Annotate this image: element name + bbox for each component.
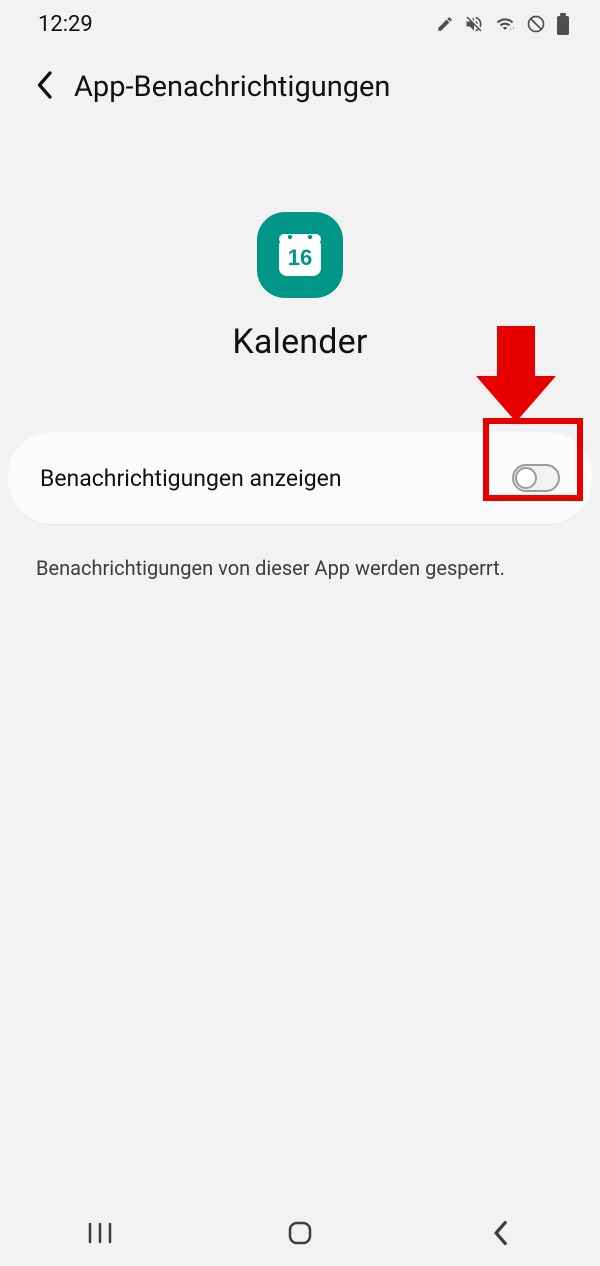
app-info: 16 Kalender [0,212,600,362]
calendar-app-icon: 16 [257,212,343,298]
calendar-day-number: 16 [288,245,312,270]
toggle-knob [515,467,537,489]
nav-back-button[interactable] [440,1220,560,1246]
wifi-icon: ↓↑ [494,15,516,33]
blocked-icon [526,14,546,34]
battery-icon [556,13,570,35]
recents-button[interactable] [40,1221,160,1245]
page-header: App-Benachrichtigungen [0,48,600,114]
status-icons: ↓↑ [436,13,570,35]
status-bar: 12:29 ↓↑ [0,0,600,48]
page-title: App-Benachrichtigungen [74,70,390,104]
show-notifications-row[interactable]: Benachrichtigungen anzeigen [8,432,592,524]
show-notifications-label: Benachrichtigungen anzeigen [40,465,342,492]
edit-icon [436,15,454,33]
app-name: Kalender [232,322,367,362]
back-button[interactable] [34,70,54,104]
notifications-blocked-text: Benachrichtigungen von dieser App werden… [36,556,564,580]
status-time: 12:29 [38,12,93,37]
svg-text:↓↑: ↓↑ [510,26,515,32]
mute-icon [464,14,484,34]
navigation-bar [0,1200,600,1266]
home-button[interactable] [240,1219,360,1247]
show-notifications-toggle[interactable] [512,464,560,492]
